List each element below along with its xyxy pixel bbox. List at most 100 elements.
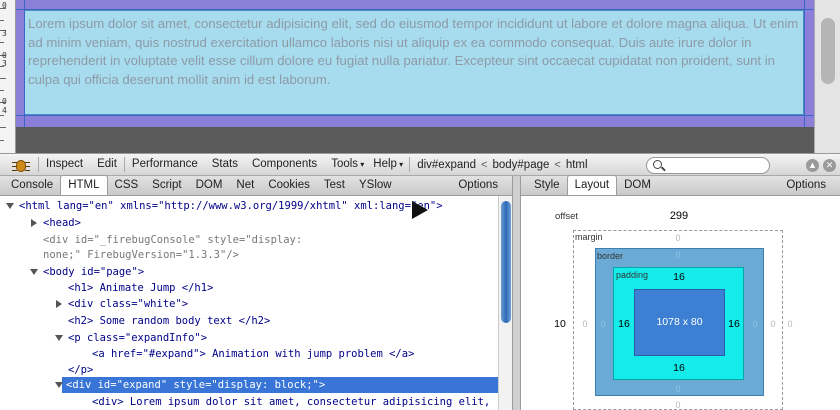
offset-right-value: 0 [787, 319, 793, 329]
html-tree-panel: <html lang="en" xmlns="http://www.w3.org… [0, 196, 498, 410]
guide-line [16, 9, 814, 10]
tree-node-h1[interactable]: <h1> Animate Jump </h1> [68, 280, 213, 296]
side-options-menu[interactable]: Options [779, 176, 840, 195]
tree-node-p-expandinfo[interactable]: <p class="expandInfo"> [55, 330, 207, 346]
main-panel-tabs: Console HTML CSS Script DOM Net Cookies … [0, 175, 512, 196]
ruler-label: 3 [2, 59, 7, 68]
tree-node-head[interactable]: <head> [30, 215, 81, 231]
tree-node-div-lorem[interactable]: <div> Lorem ipsum dolor sit amet, consec… [92, 394, 490, 410]
tab-net[interactable]: Net [229, 176, 261, 195]
performance-button[interactable]: Performance [125, 153, 205, 176]
lorem-paragraph: Lorem ipsum dolor sit amet, consectetur … [28, 16, 799, 87]
padding-label: padding [616, 270, 649, 280]
ruler-label: 3 [2, 29, 7, 38]
offset-label: offset [555, 211, 579, 222]
margin-left-value: 0 [582, 319, 588, 329]
expand-toggle-icon[interactable] [30, 219, 38, 227]
page-bottom-area [16, 127, 814, 153]
border-label: border [597, 251, 624, 261]
tab-console[interactable]: Console [4, 176, 60, 195]
tools-menu[interactable]: Tools ▾ [324, 153, 366, 176]
padding-right-value: 16 [728, 318, 740, 330]
node-label: <a href="#expand"> Animation with jump p… [92, 348, 415, 360]
expand-toggle-icon[interactable] [55, 381, 63, 389]
breadcrumb-separator: < [481, 158, 488, 171]
node-label: <div id="expand" style="display: block;"… [66, 379, 326, 391]
breadcrumb-body-page[interactable]: body#page [489, 159, 552, 171]
expand-toggle-icon[interactable] [55, 334, 63, 342]
tab-cookies[interactable]: Cookies [261, 176, 317, 195]
border-bottom-value: 0 [675, 384, 681, 394]
breadcrumb-html[interactable]: html [563, 159, 591, 171]
firebug-toolbar: Inspect Edit Performance Stats Component… [0, 153, 840, 176]
search-input[interactable] [646, 157, 770, 174]
search-icon [653, 160, 662, 169]
tree-node-h2[interactable]: <h2> Some random body text </h2> [68, 313, 270, 329]
page-viewport: 0 3 0 3 0 4 Lorem ipsum dolor sit amet, … [0, 0, 840, 153]
layout-panel: offset 299 margin 0 0 0 0 10 0 border 0 … [521, 196, 840, 410]
padding-bottom-value: 16 [673, 362, 685, 374]
vertical-ruler: 0 3 0 3 0 4 [0, 0, 16, 153]
tree-node-div-expand-selected[interactable]: <div id="expand" style="display: block;"… [62, 377, 498, 393]
node-label: </p> [68, 364, 94, 376]
padding-top-value: 16 [673, 271, 685, 283]
guide-line [16, 115, 814, 116]
close-icon: ✕ [825, 160, 834, 170]
breadcrumb-separator: < [554, 158, 561, 171]
node-label: <h1> Animate Jump </h1> [68, 282, 214, 294]
tab-css[interactable]: CSS [108, 176, 146, 195]
tab-yslow[interactable]: YSlow [352, 176, 399, 195]
tree-node-firebug-console-cont: none;" FirebugVersion="1.3.3"/> [43, 247, 239, 263]
node-label: <head> [43, 217, 81, 229]
tree-node-firebug-console[interactable]: <div id="_firebugConsole" style="display… [43, 232, 302, 248]
offset-left-value: 10 [554, 318, 566, 330]
node-label: <body id="page"> [43, 266, 145, 278]
margin-right-value: 0 [770, 319, 776, 329]
options-menu[interactable]: Options [451, 176, 512, 195]
page-scrollbar[interactable] [814, 0, 840, 153]
expand-toggle-icon[interactable] [6, 202, 14, 210]
tree-node-p-close: </p> [68, 362, 93, 378]
tab-dom-side[interactable]: DOM [617, 176, 658, 195]
tree-node-html[interactable]: <html lang="en" xmlns="http://www.w3.org… [6, 198, 443, 214]
expand-toggle-icon[interactable] [30, 268, 38, 276]
minimize-icon: ▲ [808, 160, 817, 170]
tab-test[interactable]: Test [317, 176, 352, 195]
tab-script[interactable]: Script [145, 176, 188, 195]
content-box: 1078 x 80 [634, 289, 725, 356]
page-body: Lorem ipsum dolor sit amet, consectetur … [16, 0, 814, 153]
panel-splitter[interactable] [512, 176, 521, 410]
node-label: none;" FirebugVersion="1.3.3"/> [43, 249, 239, 261]
margin-bottom-value: 0 [675, 400, 681, 410]
tree-node-a[interactable]: <a href="#expand"> Animation with jump p… [92, 346, 414, 362]
breadcrumb-div-expand[interactable]: div#expand [414, 159, 479, 171]
tools-menu-label: Tools [331, 158, 359, 170]
tree-scroll-thumb[interactable] [501, 201, 511, 323]
minimize-button[interactable]: ▲ [806, 159, 819, 172]
components-button[interactable]: Components [245, 153, 324, 176]
node-label: <p class="expandInfo"> [68, 332, 208, 344]
tab-style[interactable]: Style [527, 176, 567, 195]
tree-node-div-white[interactable]: <div class="white"> [55, 296, 188, 312]
content-size: 1078 x 80 [656, 316, 703, 328]
help-menu[interactable]: Help ▾ [366, 153, 405, 176]
ruler-label: 4 [2, 106, 7, 115]
tab-layout[interactable]: Layout [566, 175, 618, 195]
edit-button[interactable]: Edit [90, 153, 124, 176]
stats-button[interactable]: Stats [205, 153, 245, 176]
tab-html[interactable]: HTML [60, 175, 108, 195]
node-label: <html lang="en" xmlns="http://www.w3.org… [19, 200, 443, 212]
dropdown-arrow-icon: ▾ [358, 160, 365, 169]
inspect-button[interactable]: Inspect [39, 153, 90, 176]
dropdown-arrow-icon: ▾ [396, 160, 404, 169]
page-scroll-thumb[interactable] [821, 18, 835, 84]
tree-node-body[interactable]: <body id="page"> [30, 264, 144, 280]
expand-toggle-icon[interactable] [55, 300, 63, 308]
close-button[interactable]: ✕ [823, 159, 836, 172]
tab-dom[interactable]: DOM [189, 176, 230, 195]
border-left-value: 0 [600, 319, 606, 329]
margin-label: margin [575, 232, 603, 242]
firebug-bug-icon[interactable] [12, 156, 30, 174]
expand-div-highlight[interactable]: Lorem ipsum dolor sit amet, consectetur … [24, 10, 804, 115]
tree-scrollbar[interactable] [498, 196, 512, 410]
